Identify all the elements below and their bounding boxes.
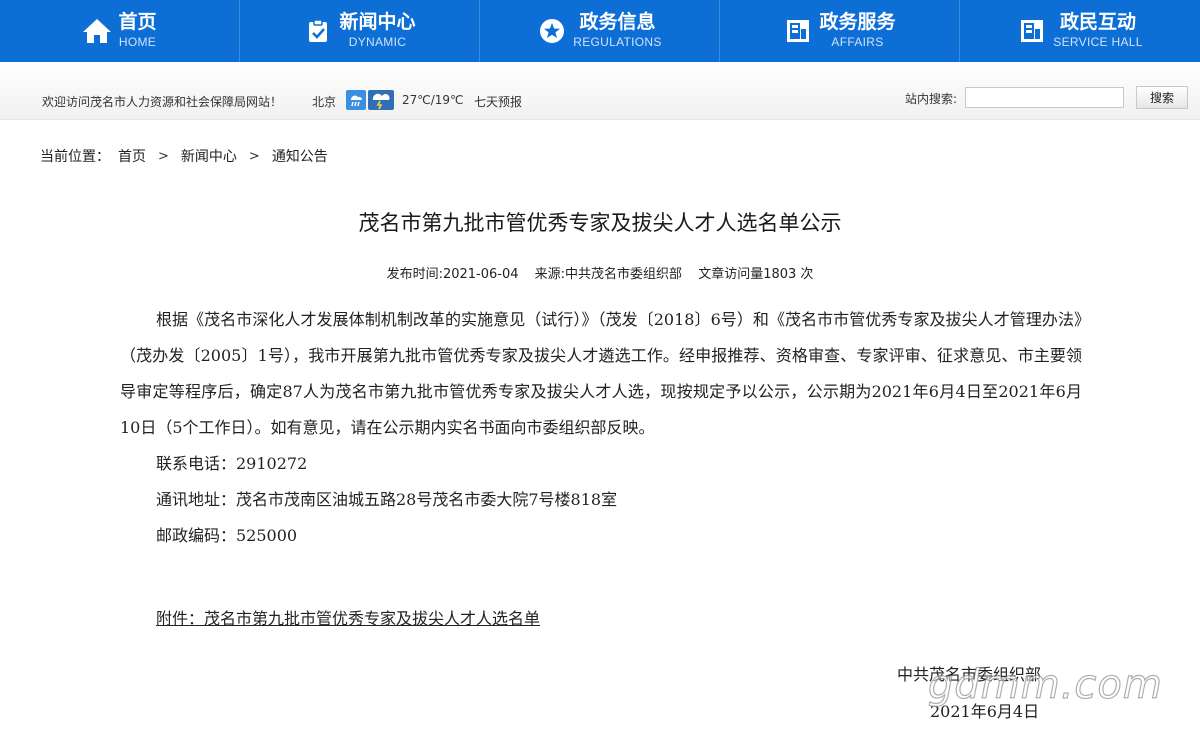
- building-icon: [1017, 16, 1047, 46]
- nav-item-gov-info[interactable]: 政务信息 REGULATIONS: [480, 0, 720, 62]
- nav-sublabel: DYNAMIC: [348, 35, 407, 50]
- nav-sublabel: AFFAIRS: [831, 35, 884, 50]
- building-icon: [783, 16, 813, 46]
- weather-storm-icon: [368, 90, 394, 110]
- breadcrumb-notices[interactable]: 通知公告: [272, 146, 328, 166]
- breadcrumb-label: 当前位置：: [40, 149, 110, 165]
- welcome-text: 欢迎访问茂名市人力资源和社会保障局网站！: [42, 95, 283, 109]
- home-icon: [82, 16, 112, 46]
- info-bar: 欢迎访问茂名市人力资源和社会保障局网站！ 北京 27℃/19℃ 七天预报 站内搜…: [0, 62, 1200, 120]
- search-label: 站内搜索:: [905, 92, 958, 106]
- contact-address: 通讯地址：茂名市茂南区油城五路28号茂名市委大院7号楼818室: [156, 490, 618, 509]
- signature-date: 2021年6月4日: [930, 702, 1040, 721]
- nav-label: 政务信息: [579, 11, 656, 34]
- nav-label: 新闻中心: [339, 11, 416, 34]
- nav-item-gov-service[interactable]: 政务服务 AFFAIRS: [720, 0, 960, 62]
- nav-sublabel: REGULATIONS: [573, 35, 662, 50]
- nav-label: 首页: [118, 11, 157, 34]
- contact-postcode: 邮政编码：525000: [156, 526, 298, 545]
- contact-phone: 联系电话：2910272: [156, 454, 308, 473]
- article-title: 茂名市第九批市管优秀专家及拔尖人才人选名单公示: [358, 211, 842, 235]
- article-meta: 发布时间:2021-06-04 来源:中共茂名市委组织部 文章访问量1803 次: [0, 263, 1200, 282]
- article-source: 来源:中共茂名市委组织部: [534, 267, 683, 282]
- temperature: 27℃/19℃: [402, 93, 464, 107]
- chevron-right-icon: >: [248, 148, 260, 164]
- visit-count: 文章访问量1803 次: [698, 267, 814, 282]
- nav-sublabel: HOME: [118, 35, 157, 50]
- nav-item-home[interactable]: 首页 HOME: [0, 0, 240, 62]
- nav-item-interaction[interactable]: 政民互动 SERVICE HALL: [960, 0, 1200, 62]
- breadcrumb-home[interactable]: 首页: [118, 146, 146, 166]
- clipboard-icon: [303, 16, 333, 46]
- signature-org: 中共茂名市委组织部: [897, 665, 1042, 684]
- star-icon: [537, 16, 567, 46]
- forecast-link[interactable]: 七天预报: [474, 93, 522, 110]
- nav-label: 政民互动: [1059, 11, 1136, 34]
- chevron-right-icon: >: [158, 148, 169, 164]
- publish-time: 发布时间:2021-06-04: [386, 267, 519, 282]
- breadcrumb-news[interactable]: 新闻中心: [181, 146, 237, 166]
- nav-item-news[interactable]: 新闻中心 DYNAMIC: [240, 0, 480, 62]
- weather-rain-icon: [346, 90, 366, 110]
- attachment-link[interactable]: 附件：茂名市第九批市管优秀专家及拔尖人才人选名单: [156, 605, 540, 629]
- article-paragraph: 根据《茂名市深化人才发展体制机制改革的实施意见（试行）》（茂发〔2018〕6号）…: [120, 310, 1082, 437]
- search-button[interactable]: 搜索: [1136, 86, 1188, 109]
- nav-label: 政务服务: [819, 11, 896, 34]
- search-input[interactable]: [965, 87, 1124, 108]
- breadcrumb: 当前位置： 首页 > 新闻中心 > 通知公告: [40, 146, 328, 166]
- article-body: 根据《茂名市深化人才发展体制机制改革的实施意见（试行）》（茂发〔2018〕6号）…: [120, 302, 1082, 554]
- main-nav: 首页 HOME 新闻中心 DYNAMIC 政务信息 REGULATIONS 政务…: [0, 0, 1200, 62]
- nav-sublabel: SERVICE HALL: [1053, 35, 1143, 50]
- weather-city: 北京: [312, 95, 337, 109]
